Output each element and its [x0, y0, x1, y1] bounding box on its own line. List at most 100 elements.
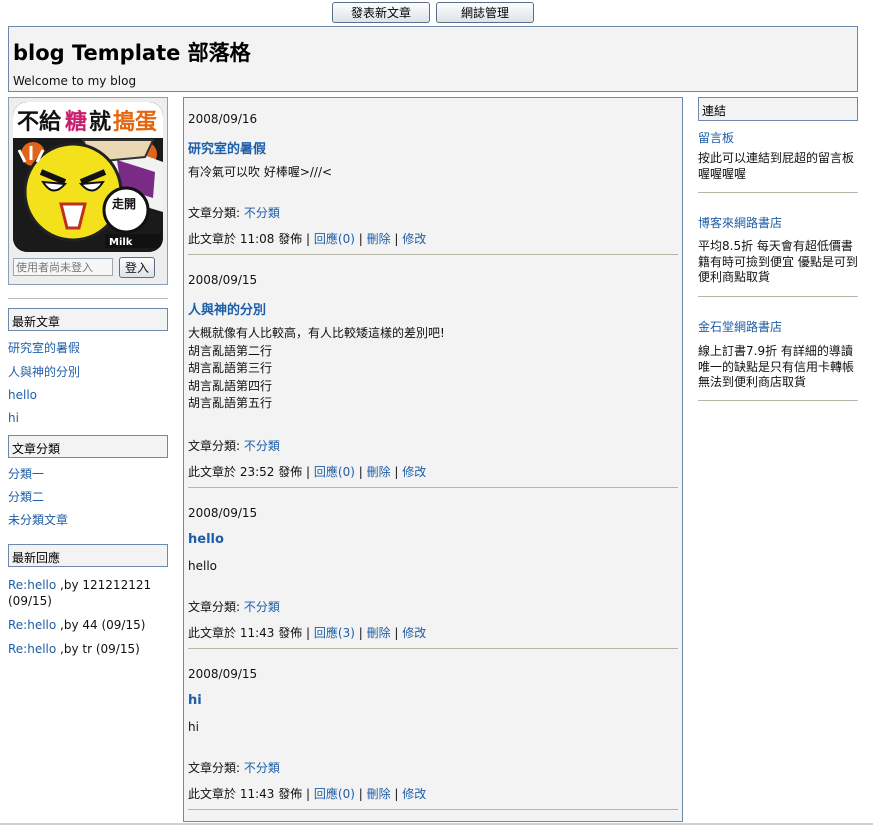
login-button[interactable]: 登入	[119, 257, 155, 278]
post-separator	[188, 809, 678, 810]
post-category-link[interactable]: 不分類	[244, 600, 280, 614]
post-body: hi	[188, 719, 199, 737]
post-date: 2008/09/16	[188, 112, 258, 126]
post-date: 2008/09/15	[188, 273, 258, 287]
category-link[interactable]: 未分類文章	[8, 511, 68, 528]
recent-posts-heading: 最新文章	[8, 308, 168, 331]
post-time: 此文章於 23:52 發佈 |	[188, 465, 314, 479]
post-body-line: 胡言亂語第四行	[188, 378, 273, 393]
post-body: 大概就像有人比較高，有人比較矮這樣的差別吧! 胡言亂語第二行 胡言亂語第三行 胡…	[188, 325, 445, 413]
top-bar: 發表新文章 網誌管理	[0, 0, 873, 26]
post-separator	[188, 648, 678, 649]
recent-reply-by: ,by tr (09/15)	[56, 642, 140, 656]
posts-column: 2008/09/16 研究室的暑假 有冷氣可以吹 好棒喔>///< 文章分類: …	[183, 97, 683, 822]
blog-subtitle: Welcome to my blog	[13, 74, 137, 88]
meta-separator: |	[390, 626, 403, 640]
svg-text:Milk: Milk	[109, 237, 133, 248]
new-post-button[interactable]: 發表新文章	[332, 2, 430, 23]
post-edit-link[interactable]: 修改	[402, 626, 426, 640]
recent-post-link[interactable]: hello	[8, 388, 37, 402]
recent-reply-by: ,by 44 (09/15)	[56, 618, 146, 632]
post-title[interactable]: hi	[188, 693, 202, 708]
post-category-link[interactable]: 不分類	[244, 761, 280, 775]
link-kingstone[interactable]: 金石堂網路書店	[698, 318, 782, 335]
link-description: 平均8.5折 每天會有超低價書籍有時可撿到便宜 優點是可到便利商點取貨	[698, 239, 858, 284]
avatar-text-1: 不給	[17, 109, 62, 135]
blog-manage-button[interactable]: 網誌管理	[436, 2, 534, 23]
recent-reply-link[interactable]: Re:hello	[8, 578, 56, 592]
post-meta-line: 此文章於 11:08 發佈 | 回應(0) | 刪除 | 修改	[188, 230, 426, 247]
post-edit-link[interactable]: 修改	[402, 465, 426, 479]
recent-post-link[interactable]: hi	[8, 411, 19, 425]
links-separator	[698, 296, 858, 297]
meta-separator: |	[354, 787, 367, 801]
post-category-line: 文章分類: 不分類	[188, 759, 280, 776]
recent-reply-item: Re:hello ,by 44 (09/15)	[8, 617, 168, 633]
post-category-label: 文章分類:	[188, 761, 244, 775]
post-time: 此文章於 11:08 發佈 |	[188, 232, 314, 246]
links-separator	[698, 192, 858, 193]
post-delete-link[interactable]: 刪除	[367, 465, 391, 479]
sidebar-divider	[8, 298, 168, 299]
link-books-com[interactable]: 博客來網路書店	[698, 214, 782, 231]
blog-header: blog Template 部落格 Welcome to my blog	[8, 26, 858, 92]
recent-post-link[interactable]: 研究室的暑假	[8, 339, 80, 356]
post-category-label: 文章分類:	[188, 600, 244, 614]
post-category-link[interactable]: 不分類	[244, 206, 280, 220]
post-title[interactable]: 研究室的暑假	[188, 138, 266, 157]
post-category-line: 文章分類: 不分類	[188, 437, 280, 454]
post-category-link[interactable]: 不分類	[244, 439, 280, 453]
avatar-panel: 不給 糖 就 搗蛋 走開 Milk 使用者尚未登入 登入	[8, 97, 168, 285]
meta-separator: |	[354, 232, 367, 246]
post-delete-link[interactable]: 刪除	[367, 787, 391, 801]
post-time: 此文章於 11:43 發佈 |	[188, 787, 314, 801]
post-meta-line: 此文章於 23:52 發佈 | 回應(0) | 刪除 | 修改	[188, 463, 426, 480]
post-replies-link[interactable]: 回應(0)	[314, 232, 355, 246]
avatar-text-4: 搗蛋	[113, 110, 157, 135]
meta-separator: |	[354, 465, 367, 479]
meta-separator: |	[354, 626, 367, 640]
post-body-line: 大概就像有人比較高，有人比較矮這樣的差別吧!	[188, 326, 445, 340]
post-body-line: 有冷氣可以吹 好棒喔>///<	[188, 165, 333, 179]
categories-heading: 文章分類	[8, 435, 168, 458]
post-category-label: 文章分類:	[188, 439, 244, 453]
post-delete-link[interactable]: 刪除	[367, 232, 391, 246]
recent-reply-link[interactable]: Re:hello	[8, 618, 56, 632]
post-edit-link[interactable]: 修改	[402, 232, 426, 246]
post-separator	[188, 487, 678, 488]
post-time: 此文章於 11:43 發佈 |	[188, 626, 314, 640]
blog-title: blog Template 部落格	[13, 41, 251, 65]
recent-post-link[interactable]: 人與神的分別	[8, 363, 80, 380]
login-status-input[interactable]	[13, 258, 113, 276]
post-body: hello	[188, 558, 217, 576]
avatar-image: 不給 糖 就 搗蛋 走開 Milk	[13, 102, 163, 252]
post-title[interactable]: hello	[188, 532, 224, 547]
post-body-line: hello	[188, 559, 217, 573]
meta-separator: |	[390, 787, 403, 801]
post-category-label: 文章分類:	[188, 206, 244, 220]
recent-replies-heading: 最新回應	[8, 544, 168, 567]
recent-reply-link[interactable]: Re:hello	[8, 642, 56, 656]
post-delete-link[interactable]: 刪除	[367, 626, 391, 640]
category-link[interactable]: 分類二	[8, 488, 44, 505]
links-heading: 連結	[698, 97, 858, 121]
post-body: 有冷氣可以吹 好棒喔>///<	[188, 164, 332, 182]
post-replies-link[interactable]: 回應(3)	[314, 626, 355, 640]
post-edit-link[interactable]: 修改	[402, 787, 426, 801]
recent-reply-item: Re:hello ,by tr (09/15)	[8, 641, 168, 657]
post-body-line: 胡言亂語第二行	[188, 343, 273, 358]
category-link[interactable]: 分類一	[8, 465, 44, 482]
link-guestbook[interactable]: 留言板	[698, 129, 734, 146]
avatar-text-3: 就	[89, 109, 111, 135]
post-meta-line: 此文章於 11:43 發佈 | 回應(3) | 刪除 | 修改	[188, 624, 426, 641]
post-replies-link[interactable]: 回應(0)	[314, 465, 355, 479]
post-date: 2008/09/15	[188, 667, 258, 681]
meta-separator: |	[390, 232, 403, 246]
avatar-text-2: 糖	[65, 109, 87, 135]
post-title[interactable]: 人與神的分別	[188, 299, 266, 318]
post-category-line: 文章分類: 不分類	[188, 204, 280, 221]
link-description: 按此可以連結到屁超的留言板喔喔喔喔	[698, 151, 855, 181]
recent-reply-item: Re:hello ,by 121212121 (09/15)	[8, 577, 168, 609]
post-replies-link[interactable]: 回應(0)	[314, 787, 355, 801]
post-category-line: 文章分類: 不分類	[188, 598, 280, 615]
